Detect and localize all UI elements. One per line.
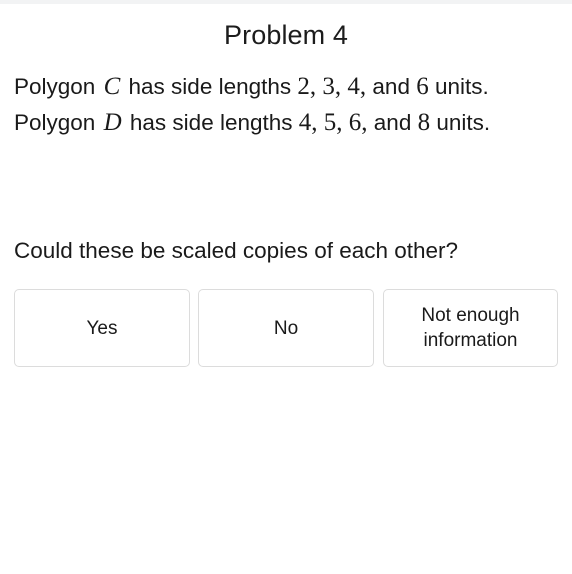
statement-suffix: units. xyxy=(435,74,489,99)
top-strip-divider xyxy=(0,0,572,4)
math-last-value-c: 6 xyxy=(416,73,429,100)
statement-connector: and xyxy=(373,110,412,135)
math-last-value-d: 8 xyxy=(417,109,431,136)
statement-connector: and xyxy=(372,74,410,99)
answer-choice-label: Not enough information xyxy=(421,305,520,351)
statement-middle: has side lengths xyxy=(129,110,293,135)
problem-statement: Polygon C has side lengths 2, 3, 4, and … xyxy=(14,69,544,141)
math-values-c: 2, 3, 4, xyxy=(297,73,367,100)
statement-line-polygon-d: Polygon D has side lengths 4, 5, 6, and … xyxy=(14,105,544,141)
statement-suffix: units. xyxy=(436,110,491,135)
answer-choices: Yes No Not enough information xyxy=(14,289,558,367)
math-variable-c: C xyxy=(103,73,121,100)
answer-choice-not-enough-information[interactable]: Not enough information xyxy=(383,289,558,367)
statement-prefix: Polygon xyxy=(14,110,96,135)
question-prompt: Could these be scaled copies of each oth… xyxy=(14,238,459,263)
statement-line-polygon-c: Polygon C has side lengths 2, 3, 4, and … xyxy=(14,69,544,105)
answer-choice-label: No xyxy=(273,317,299,339)
problem-page: Problem 4 Polygon C has side lengths 2, … xyxy=(0,0,572,574)
answer-choice-yes[interactable]: Yes xyxy=(14,289,190,367)
answer-choice-label: Yes xyxy=(86,317,118,339)
answer-choice-no[interactable]: No xyxy=(198,289,374,367)
statement-middle: has side lengths xyxy=(128,74,292,99)
math-variable-d: D xyxy=(103,109,122,136)
statement-prefix: Polygon xyxy=(14,74,96,99)
page-title: Problem 4 xyxy=(224,20,348,50)
math-values-d: 4, 5, 6, xyxy=(298,109,368,136)
